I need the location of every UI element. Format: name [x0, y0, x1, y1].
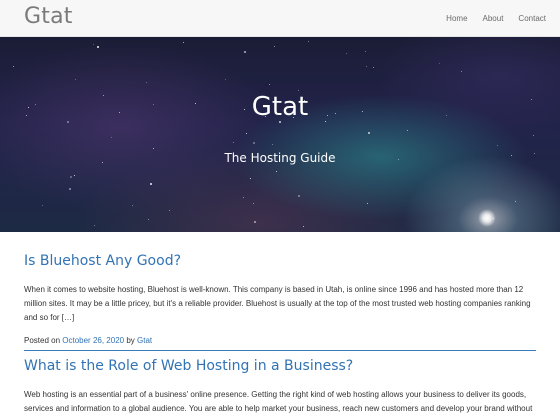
post-divider — [24, 350, 536, 351]
star-dot — [253, 203, 254, 204]
main-nav: Home About Contact — [446, 0, 546, 37]
post-title-link[interactable]: Is Bluehost Any Good? — [24, 253, 536, 269]
by-label: by — [126, 336, 135, 345]
post-meta: Posted on October 26, 2020 by Gtat — [24, 336, 536, 345]
star-dot — [461, 71, 462, 72]
star-dot — [69, 188, 71, 190]
star-dot — [132, 205, 133, 206]
star-dot — [250, 178, 251, 179]
star-dot — [308, 41, 309, 42]
star-dot — [74, 175, 75, 176]
star-dot — [365, 51, 366, 52]
star-dot — [70, 176, 72, 178]
star-dot — [233, 142, 234, 143]
star-dot — [254, 221, 256, 223]
star-dot — [368, 132, 370, 134]
star-dot — [366, 66, 367, 67]
nav-about-link[interactable]: About — [483, 14, 504, 23]
star-dot — [346, 53, 347, 54]
star-dot — [94, 225, 95, 226]
post-title-link[interactable]: What is the Role of Web Hosting in a Bus… — [24, 358, 536, 374]
hero-title: Gtat — [251, 92, 309, 122]
posted-on-label: Posted on — [24, 336, 61, 345]
star-dot — [303, 226, 304, 227]
post-author-link[interactable]: Gtat — [137, 336, 152, 345]
post-excerpt: Web hosting is an essential part of a bu… — [24, 390, 533, 413]
star-dot — [497, 145, 498, 146]
post-excerpt: When it comes to website hosting, Blueho… — [24, 285, 531, 322]
star-dot — [439, 63, 440, 64]
star-dot — [253, 142, 255, 144]
post-article: Is Bluehost Any Good? When it comes to w… — [24, 253, 536, 345]
star-dot — [246, 133, 247, 134]
nav-home-link[interactable]: Home — [446, 14, 467, 23]
star-dot — [407, 130, 408, 131]
star-dot — [13, 66, 14, 67]
star-dot — [269, 84, 270, 85]
site-title-link[interactable]: Gtat — [24, 4, 73, 29]
star-dot — [272, 144, 273, 145]
star-dot — [533, 135, 534, 136]
star-dot — [244, 51, 246, 53]
post-date-link[interactable]: October 26, 2020 — [62, 336, 124, 345]
star-dot — [298, 90, 299, 91]
star-dot — [515, 201, 516, 202]
star-dot — [274, 46, 275, 47]
star-dot — [146, 82, 147, 83]
star-dot — [97, 46, 99, 48]
star-dot — [169, 210, 170, 211]
star-dot — [42, 205, 43, 206]
nav-contact-link[interactable]: Contact — [518, 14, 546, 23]
star-dot — [153, 148, 154, 149]
star-dot — [243, 197, 244, 198]
star-dot — [93, 44, 94, 45]
hero-subtitle: The Hosting Guide — [224, 151, 336, 165]
site-header: Gtat Home About Contact — [0, 0, 560, 37]
star-dot — [373, 67, 374, 68]
star-dot — [148, 219, 149, 220]
star-dot — [111, 137, 112, 138]
star-dot — [225, 79, 226, 80]
star-dot — [150, 183, 152, 185]
star-dot — [298, 195, 300, 197]
star-dot — [183, 42, 184, 43]
star-dot — [75, 79, 76, 80]
bright-star — [478, 209, 496, 227]
post-article: What is the Role of Web Hosting in a Bus… — [24, 358, 536, 416]
star-dot — [367, 203, 368, 204]
hero-banner: Gtat The Hosting Guide — [0, 37, 560, 232]
star-dot — [276, 171, 277, 172]
